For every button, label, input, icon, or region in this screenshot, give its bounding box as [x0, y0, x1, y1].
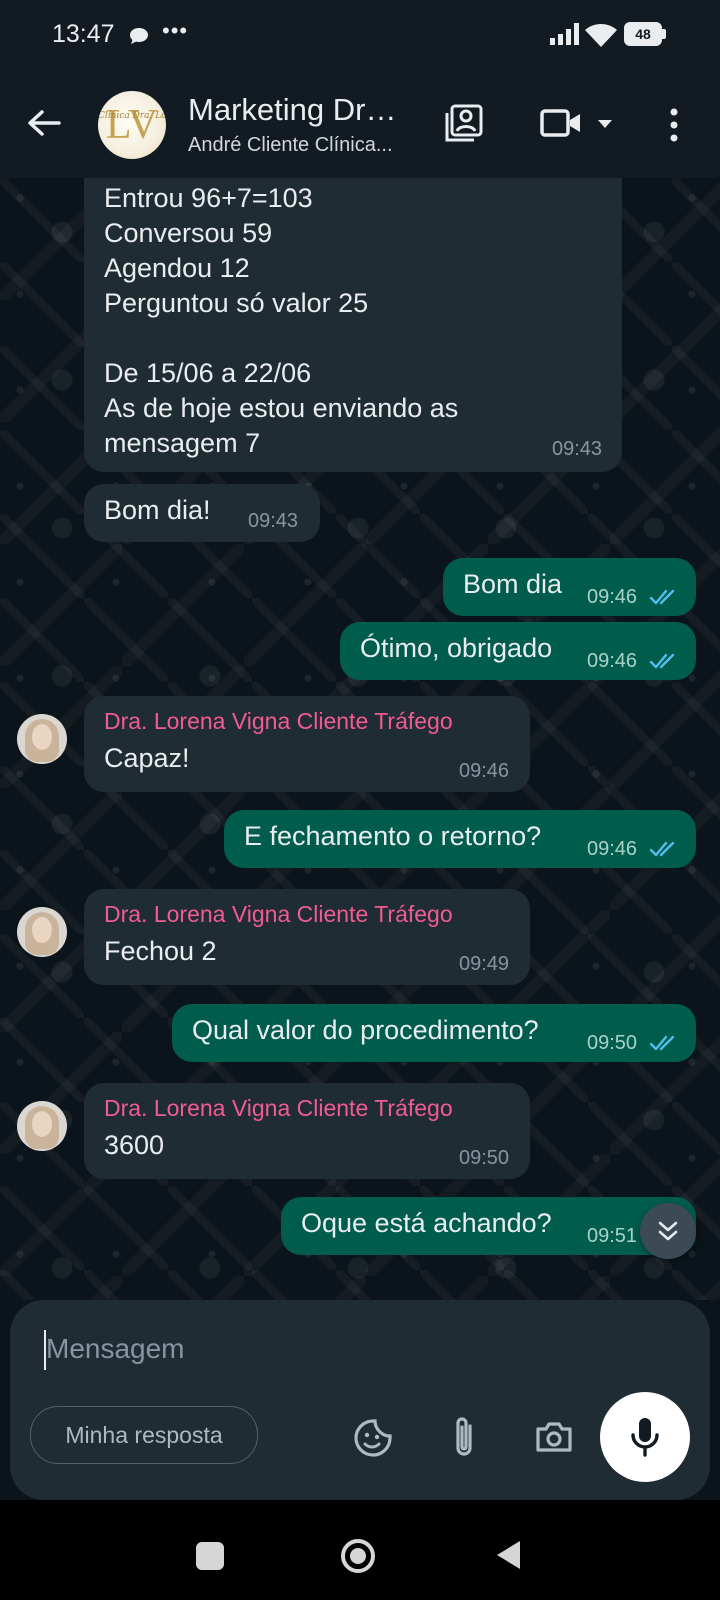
message-time: 09:46 [587, 586, 638, 608]
message-text: Bom dia! [104, 495, 211, 525]
back-arrow-icon[interactable] [26, 108, 62, 138]
message-line: De 15/06 a 22/06 [104, 358, 312, 388]
message-input[interactable] [44, 1322, 568, 1376]
text-cursor [44, 1330, 46, 1370]
message-bubble[interactable]: Dra. Lorena Vigna Cliente Tráfego Fechou… [84, 889, 530, 985]
scroll-to-bottom-button[interactable] [640, 1203, 696, 1259]
message-time: 09:51 [587, 1225, 638, 1247]
message-line: mensagem 7 [104, 428, 261, 458]
more-notifications-icon: ••• [162, 18, 189, 43]
message-line: Conversou 59 [104, 218, 273, 248]
double-chevron-down-icon [658, 1221, 678, 1241]
recent-apps-icon[interactable] [196, 1542, 224, 1570]
status-bar: 13:47 ••• 48 [0, 0, 720, 72]
message-line: Entrou 96+7=103 [104, 183, 313, 213]
message-bubble[interactable]: Qual valor do procedimento? 09:50 [172, 1004, 696, 1062]
system-navigation-bar [0, 1500, 720, 1600]
message-time: 09:43 [248, 510, 299, 532]
home-icon[interactable] [340, 1538, 376, 1574]
avatar-script: Clínica Dra. Lorena [98, 111, 166, 121]
avatar-monogram: LV [105, 102, 159, 148]
message-text: Bom dia [463, 569, 563, 599]
message-text: Oque está achando? [301, 1208, 552, 1238]
message-bubble[interactable]: Dra. Lorena Vigna Cliente Tráfego 3600 0… [84, 1083, 530, 1179]
member-avatar[interactable] [17, 1101, 67, 1151]
battery-indicator: 48 [624, 22, 666, 46]
message-text: 3600 [104, 1130, 165, 1160]
chevron-down-icon[interactable] [596, 118, 614, 130]
message-bubble[interactable]: Dra. Lorena Vigna Cliente Tráfego Capaz!… [84, 696, 530, 792]
message-bubble[interactable]: Bom dia 09:46 [443, 558, 696, 616]
message-text: Capaz! [104, 743, 190, 773]
read-receipt-icon [649, 841, 675, 857]
back-icon[interactable] [494, 1538, 524, 1572]
sender-name[interactable]: Dra. Lorena Vigna Cliente Tráfego [104, 708, 453, 735]
message-bubble[interactable]: E fechamento o retorno? 09:46 [224, 810, 696, 868]
message-text: Qual valor do procedimento? [192, 1015, 539, 1045]
more-options-icon[interactable] [670, 107, 678, 143]
video-call-icon[interactable] [540, 108, 582, 138]
message-line: Perguntou só valor 25 [104, 288, 369, 318]
message-time: 09:49 [459, 953, 510, 975]
message-text: Ótimo, obrigado [360, 633, 553, 663]
member-avatar[interactable] [17, 907, 67, 957]
sender-name[interactable]: Dra. Lorena Vigna Cliente Tráfego [104, 901, 453, 928]
message-bubble[interactable]: Ótimo, obrigado 09:46 [340, 622, 696, 680]
wifi-icon [585, 24, 617, 47]
microphone-icon [631, 1418, 659, 1457]
message-composer: Minha resposta [10, 1300, 710, 1500]
sender-name[interactable]: Dra. Lorena Vigna Cliente Tráfego [104, 1095, 453, 1122]
message-bubble[interactable]: Entrou 96+7=103 Conversou 59 Agendou 12 … [84, 178, 622, 472]
message-time: 09:43 [552, 438, 603, 460]
attachment-icon[interactable] [450, 1415, 478, 1459]
message-text: E fechamento o retorno? [244, 821, 542, 851]
group-title[interactable]: Marketing Dra... [188, 92, 408, 128]
quick-reply-chip[interactable]: Minha resposta [30, 1406, 258, 1464]
message-bubble[interactable]: Oque está achando? 09:51 [281, 1197, 696, 1255]
status-time: 13:47 [52, 20, 115, 48]
member-avatar[interactable] [17, 714, 67, 764]
sticker-icon[interactable] [353, 1418, 393, 1458]
group-avatar[interactable]: LV Clínica Dra. Lorena [98, 91, 166, 159]
message-line: As de hoje estou enviando as [104, 393, 459, 423]
contacts-icon[interactable] [444, 103, 484, 143]
message-time: 09:46 [459, 760, 510, 782]
voice-message-button[interactable] [600, 1392, 690, 1482]
read-receipt-icon [649, 1035, 675, 1051]
chat-messages[interactable]: Entrou 96+7=103 Conversou 59 Agendou 12 … [0, 178, 720, 1300]
message-time: 09:46 [587, 838, 638, 860]
message-time: 09:50 [459, 1147, 510, 1169]
signal-icon [550, 23, 579, 45]
message-bubble[interactable]: Bom dia! 09:43 [84, 484, 320, 542]
message-time: 09:46 [587, 650, 638, 672]
message-time: 09:50 [587, 1032, 638, 1054]
chat-header: LV Clínica Dra. Lorena Marketing Dra... … [0, 72, 720, 178]
message-line: Agendou 12 [104, 253, 250, 283]
message-text: Fechou 2 [104, 936, 217, 966]
camera-icon[interactable] [534, 1420, 574, 1454]
battery-level: 48 [635, 26, 651, 42]
read-receipt-icon [649, 653, 675, 669]
chat-notification-icon [130, 28, 148, 44]
read-receipt-icon [649, 589, 675, 605]
group-subtitle[interactable]: André Cliente Clínica... [188, 134, 418, 157]
